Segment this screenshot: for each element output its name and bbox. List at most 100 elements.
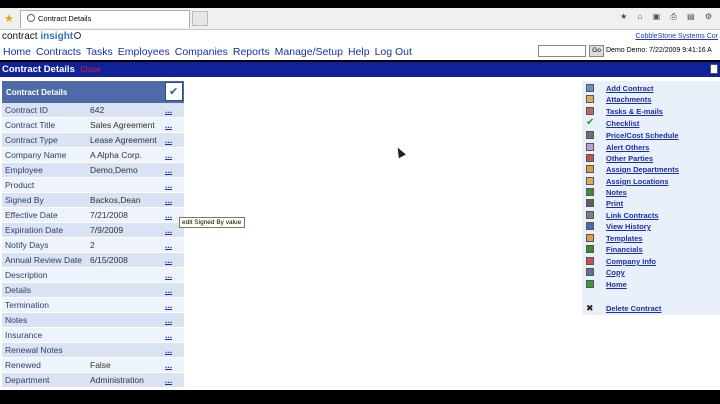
nav-item[interactable]: Help [348, 46, 370, 58]
action-label[interactable]: Home [606, 280, 627, 289]
search-input[interactable] [538, 45, 586, 57]
nav-item[interactable]: Tasks [86, 46, 113, 58]
action-other-parties[interactable]: Other Parties [584, 153, 718, 164]
nav-item[interactable]: Reports [233, 46, 270, 58]
action-label[interactable]: Alert Others [606, 143, 649, 152]
page-title: Contract Details [2, 64, 75, 75]
action-label[interactable]: Assign Departments [606, 165, 679, 174]
alert-icon [586, 143, 594, 151]
action-label[interactable]: Templates [606, 234, 643, 243]
action-label[interactable]: Assign Locations [606, 177, 669, 186]
action-label[interactable]: Tasks & E-mails [606, 107, 663, 116]
feeds-icon[interactable]: ▣ [653, 12, 663, 21]
browser-tools: ★ ⌂ ▣ ⎙ ▤ ⚙ [616, 12, 714, 22]
action-label[interactable]: Attachments [606, 95, 651, 104]
edit-field-button[interactable]: ... [165, 375, 172, 385]
user-session-info: Demo Demo: 7/22/2009 9:41:16 A [606, 47, 712, 54]
search-magnifier-icon [74, 32, 82, 39]
edit-field-button[interactable]: ... [165, 315, 172, 325]
edit-field-button[interactable]: ... [165, 255, 172, 265]
action-price-cost-schedule[interactable]: Price/Cost Schedule [584, 130, 718, 141]
edit-field-button[interactable]: ... [165, 330, 172, 340]
edit-field-button[interactable]: ... [165, 270, 172, 280]
action-label[interactable]: Notes [606, 188, 627, 197]
pencil-icon [586, 165, 594, 173]
browser-tab[interactable]: Contract Details [20, 10, 190, 28]
edit-field-button[interactable]: ... [165, 285, 172, 295]
edit-field-button[interactable]: ... [165, 135, 172, 145]
action-label[interactable]: Financials [606, 245, 643, 254]
favorites-star-icon[interactable]: ★ [4, 12, 14, 25]
edit-field-button[interactable]: ... [165, 345, 172, 355]
action-company-info[interactable]: Company Info [584, 256, 718, 267]
action-label[interactable]: Delete Contract [606, 304, 661, 313]
action-label[interactable]: Add Contract [606, 84, 654, 93]
action-label[interactable]: Print [606, 199, 623, 208]
action-financials[interactable]: Financials [584, 244, 718, 255]
tools-menu-icon[interactable]: ⚙ [705, 12, 714, 21]
action-label[interactable]: Other Parties [606, 154, 653, 163]
action-tasks-e-mails[interactable]: Tasks & E-mails [584, 106, 718, 117]
edit-all-icon[interactable] [165, 82, 183, 101]
detail-value: Backos,Dean [90, 195, 141, 205]
nav-item[interactable]: Log Out [375, 46, 412, 58]
action-print[interactable]: Print [584, 198, 718, 209]
nav-item[interactable]: Employees [118, 46, 170, 58]
company-link[interactable]: CobbleStone Systems Cor [636, 33, 718, 40]
action-home[interactable]: Home [584, 279, 718, 290]
edit-field-button[interactable]: ... [165, 180, 172, 190]
edit-field-button[interactable]: ... [165, 120, 172, 130]
edit-field-button[interactable]: ... [165, 225, 172, 235]
action-delete-contract[interactable]: ✖ Delete Contract [584, 303, 718, 314]
action-alert-others[interactable]: Alert Others [584, 142, 718, 153]
action-templates[interactable]: Templates [584, 233, 718, 244]
action-copy[interactable]: Copy [584, 267, 718, 278]
detail-value: 2 [90, 240, 95, 250]
action-label[interactable]: Link Contracts [606, 211, 659, 220]
nav-item[interactable]: Home [3, 46, 31, 58]
action-notes[interactable]: Notes [584, 187, 718, 198]
action-label[interactable]: Copy [606, 268, 625, 277]
nav-item[interactable]: Companies [175, 46, 228, 58]
go-button[interactable]: Go [589, 45, 604, 57]
action-add-contract[interactable]: Add Contract [584, 83, 718, 94]
detail-label: Employee [5, 165, 43, 175]
details-table: Contract ID 642... Contract Title Sales Agr… [2, 103, 184, 388]
action-view-history[interactable]: View History [584, 221, 718, 232]
action-assign-locations[interactable]: Assign Locations [584, 176, 718, 187]
nav-item[interactable]: Contracts [36, 46, 81, 58]
close-link[interactable]: Close [80, 65, 100, 74]
checkmark-icon: ✔ [586, 117, 595, 128]
favorites-add-icon[interactable]: ★ [620, 12, 629, 21]
detail-row: Product... [2, 178, 184, 193]
action-attachments[interactable]: Attachments [584, 94, 718, 105]
edit-field-button[interactable]: ... [165, 105, 172, 115]
edit-field-button[interactable]: ... [165, 210, 172, 220]
home-icon[interactable]: ⌂ [638, 12, 645, 21]
detail-row: Employee Demo,Demo... [2, 163, 184, 178]
edit-field-button[interactable]: ... [165, 150, 172, 160]
action-assign-departments[interactable]: Assign Departments [584, 164, 718, 175]
action-label[interactable]: View History [606, 222, 651, 231]
nav-item[interactable]: Manage/Setup [275, 46, 343, 58]
printer-icon [586, 199, 594, 207]
action-link-contracts[interactable]: Link Contracts [584, 210, 718, 221]
action-label[interactable]: Price/Cost Schedule [606, 131, 679, 140]
calculator-icon [586, 131, 594, 139]
detail-value: 7/21/2008 [90, 210, 128, 220]
detail-label: Contract ID [5, 105, 48, 115]
action-checklist[interactable]: ✔ Checklist [584, 117, 718, 129]
link-icon [586, 211, 594, 219]
panel-toggle-button[interactable] [710, 64, 718, 74]
page-menu-icon[interactable]: ▤ [687, 12, 697, 21]
print-icon[interactable]: ⎙ [670, 12, 678, 21]
detail-label: Effective Date [5, 210, 58, 220]
action-label[interactable]: Checklist [606, 119, 639, 128]
edit-field-button[interactable]: ... [165, 240, 172, 250]
action-label[interactable]: Company Info [606, 257, 656, 266]
edit-field-button[interactable]: ... [165, 360, 172, 370]
edit-field-button[interactable]: ... [165, 300, 172, 310]
new-tab-button[interactable] [192, 11, 208, 26]
edit-field-button[interactable]: ... [165, 195, 172, 205]
edit-field-button[interactable]: ... [165, 165, 172, 175]
